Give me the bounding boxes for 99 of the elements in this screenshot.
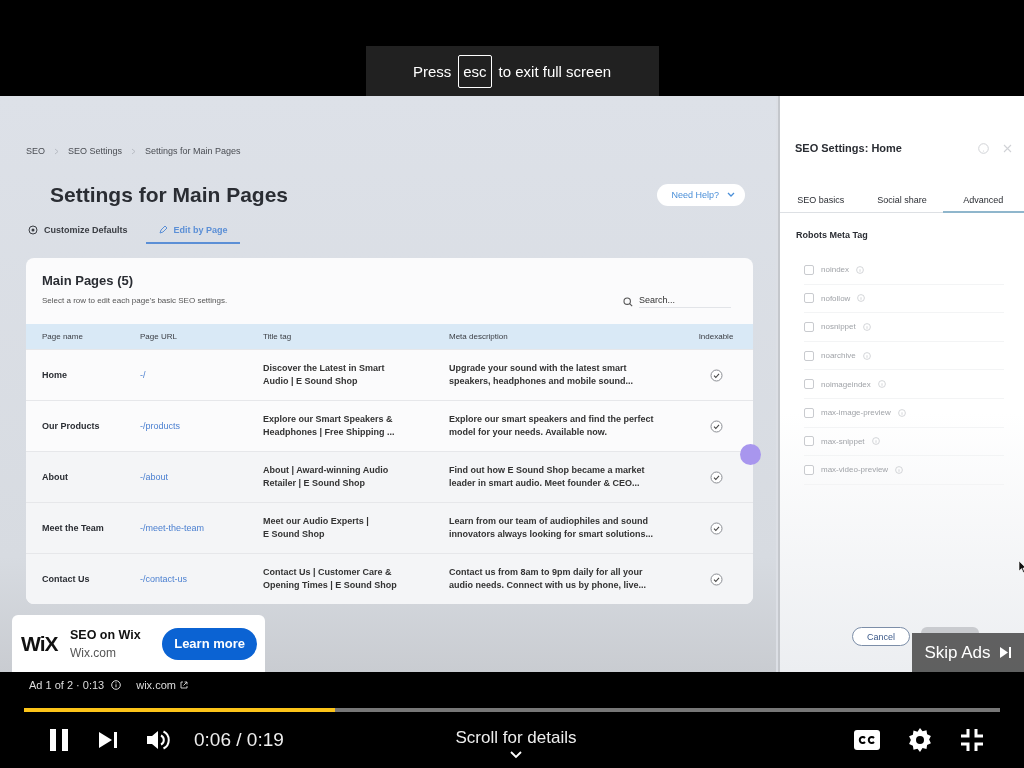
table-row[interactable]: About -/about About | Award-winning Audio Retailer | E Sound Shop Find out how E Sound Shop became a market leader in smart audio. Meet founder & CEO... [26, 451, 753, 502]
advertiser-logo: WiX [21, 631, 59, 656]
search-field[interactable]: Search... [639, 295, 731, 308]
info-icon [862, 323, 871, 331]
checkbox[interactable] [804, 436, 814, 447]
info-icon [862, 351, 871, 360]
gear-icon [28, 225, 38, 235]
table-cell-text: Explore our Smart Speakers & Headphones | Free Shipping ... [263, 413, 396, 439]
table-cell-text: Contact Us | Customer Care & Opening Times | E Sound Shop [263, 566, 398, 592]
chevron-icon [131, 147, 137, 155]
table-cell-text: Contact Us [42, 574, 91, 584]
exit-fullscreen-icon[interactable] [960, 728, 984, 752]
option-label: noindex [821, 265, 850, 275]
checkbox[interactable] [804, 264, 814, 275]
table-cell-text: Discover the Latest in Smart Audio | E Sound Shop [263, 362, 386, 388]
chevron-down-icon [727, 192, 735, 198]
page-link[interactable]: -/contact-us [140, 574, 188, 584]
help-icon[interactable] [978, 142, 989, 154]
column-header: Page name [42, 332, 84, 341]
tab[interactable]: Customize Defaults [26, 218, 128, 244]
table-cell-text: Upgrade your sound with the latest smart speakers, headphones and mobile sound... [449, 362, 635, 388]
breadcrumb-link[interactable]: Settings for Main Pages [145, 146, 241, 156]
captions-icon[interactable] [854, 730, 880, 750]
info-icon [857, 294, 866, 303]
table-row[interactable]: Meet the Team -/meet-the-team Meet our Audio Experts | E Sound Shop Learn from our team of audiophiles and sound innovators always looking for smart solutions... [26, 502, 753, 553]
save-button[interactable] [921, 627, 979, 633]
option-label: max-video-preview [821, 465, 889, 475]
notice-text: to exit full screen [498, 62, 612, 80]
checkbox[interactable] [804, 293, 814, 304]
breadcrumb-link[interactable]: SEO [26, 146, 45, 156]
time-display: 0:06 / 0:19 [194, 729, 284, 751]
info-icon [856, 265, 865, 274]
cancel-button[interactable]: Cancel [852, 627, 910, 646]
info-icon [877, 380, 886, 389]
advertiser-link[interactable]: wix.com [136, 678, 188, 691]
next-icon[interactable] [98, 731, 118, 749]
option-label: nosnippet [821, 322, 856, 332]
column-header: Indexable [697, 332, 735, 341]
card-subtitle: Select a row to edit each page's basic SEO settings. [42, 295, 228, 307]
page-link[interactable]: -/ [140, 370, 146, 380]
notice-text: Press [412, 62, 452, 80]
checkbox[interactable] [804, 350, 814, 361]
help-button[interactable]: Need Help? [657, 184, 745, 206]
volume-icon[interactable] [146, 729, 170, 751]
info-icon [895, 465, 904, 474]
pointer-icon [1018, 560, 1024, 573]
table-cell-text: Learn from our team of audiophiles and sound innovators always looking for smart solutions... [449, 515, 655, 541]
chevron-icon [54, 147, 59, 155]
option-label: max-snippet [821, 436, 865, 446]
table-cell-text: Explore our smart speakers and find the perfect model for your needs. Available now. [449, 413, 655, 439]
learn-more-button[interactable]: Learn more [162, 627, 257, 660]
pause-icon[interactable] [48, 728, 70, 752]
skip-icon [998, 646, 1012, 659]
panel-title: SEO Settings: Home [795, 142, 903, 154]
info-icon [871, 437, 880, 446]
breadcrumb-link[interactable]: SEO Settings [68, 146, 123, 156]
advertiser-name: SEO on Wix [70, 627, 142, 642]
page-link[interactable]: -/about [140, 472, 169, 482]
option-label: noarchive [821, 351, 856, 361]
option-label: noimageindex [821, 379, 871, 389]
column-header: Title tag [263, 332, 293, 341]
skip-ads-button[interactable]: Skip Ads [912, 633, 1024, 672]
ad-position: Ad 1 of 2 · 0:13 [29, 678, 105, 691]
section-title: Robots Meta Tag [796, 230, 869, 240]
table-cell-text: Our Products [42, 421, 101, 431]
pencil-icon [157, 225, 168, 235]
table-cell-text: Meet the Team [42, 523, 105, 533]
chevron-down-icon[interactable] [510, 750, 522, 759]
esc-key: esc [458, 54, 492, 88]
checkbox[interactable] [804, 407, 814, 418]
search-icon [623, 296, 633, 307]
column-header: Meta description [449, 332, 509, 341]
checkbox[interactable] [804, 379, 814, 390]
page-link[interactable]: -/products [140, 421, 181, 431]
external-link-icon [179, 680, 188, 689]
table-row[interactable]: Contact Us -/contact-us Contact Us | Customer Care & Opening Times | E Sound Shop Contact us from 8am to 9pm daily for all your audio needs. Connect with us by phone, live... [26, 553, 753, 604]
details-hint: Scroll for details [455, 727, 577, 748]
option-label: max-image-preview [821, 408, 891, 418]
column-header: Page URL [140, 332, 178, 341]
page-link[interactable]: -/meet-the-team [140, 523, 205, 533]
close-icon[interactable] [1003, 143, 1012, 153]
page-title: Settings for Main Pages [50, 183, 289, 207]
table-cell-text: About [42, 472, 69, 482]
info-icon [897, 408, 906, 417]
tab[interactable]: SEO basics [780, 188, 862, 213]
checkbox[interactable] [804, 322, 814, 332]
table-cell-text: Meet our Audio Experts | E Sound Shop [263, 515, 370, 541]
settings-icon[interactable] [908, 728, 932, 752]
advertiser-domain: Wix.com [70, 645, 117, 660]
table-cell-text: About | Award-winning Audio Retailer | E Sound Shop [263, 464, 390, 490]
card-title: Main Pages (5) [42, 273, 135, 289]
table-cell-text: Find out how E Sound Shop became a market leader in smart audio. Meet founder & CEO... [449, 464, 646, 490]
tab[interactable]: Advanced [942, 188, 1024, 213]
table-cell-text: Home [42, 370, 68, 380]
info-icon[interactable] [111, 679, 122, 690]
checkbox[interactable] [804, 464, 814, 475]
table-cell-text: Contact us from 8am to 9pm daily for all your audio needs. Connect with us by phone, live... [449, 566, 648, 592]
tab[interactable]: Social share [861, 188, 943, 213]
option-label: nofollow [821, 293, 851, 303]
